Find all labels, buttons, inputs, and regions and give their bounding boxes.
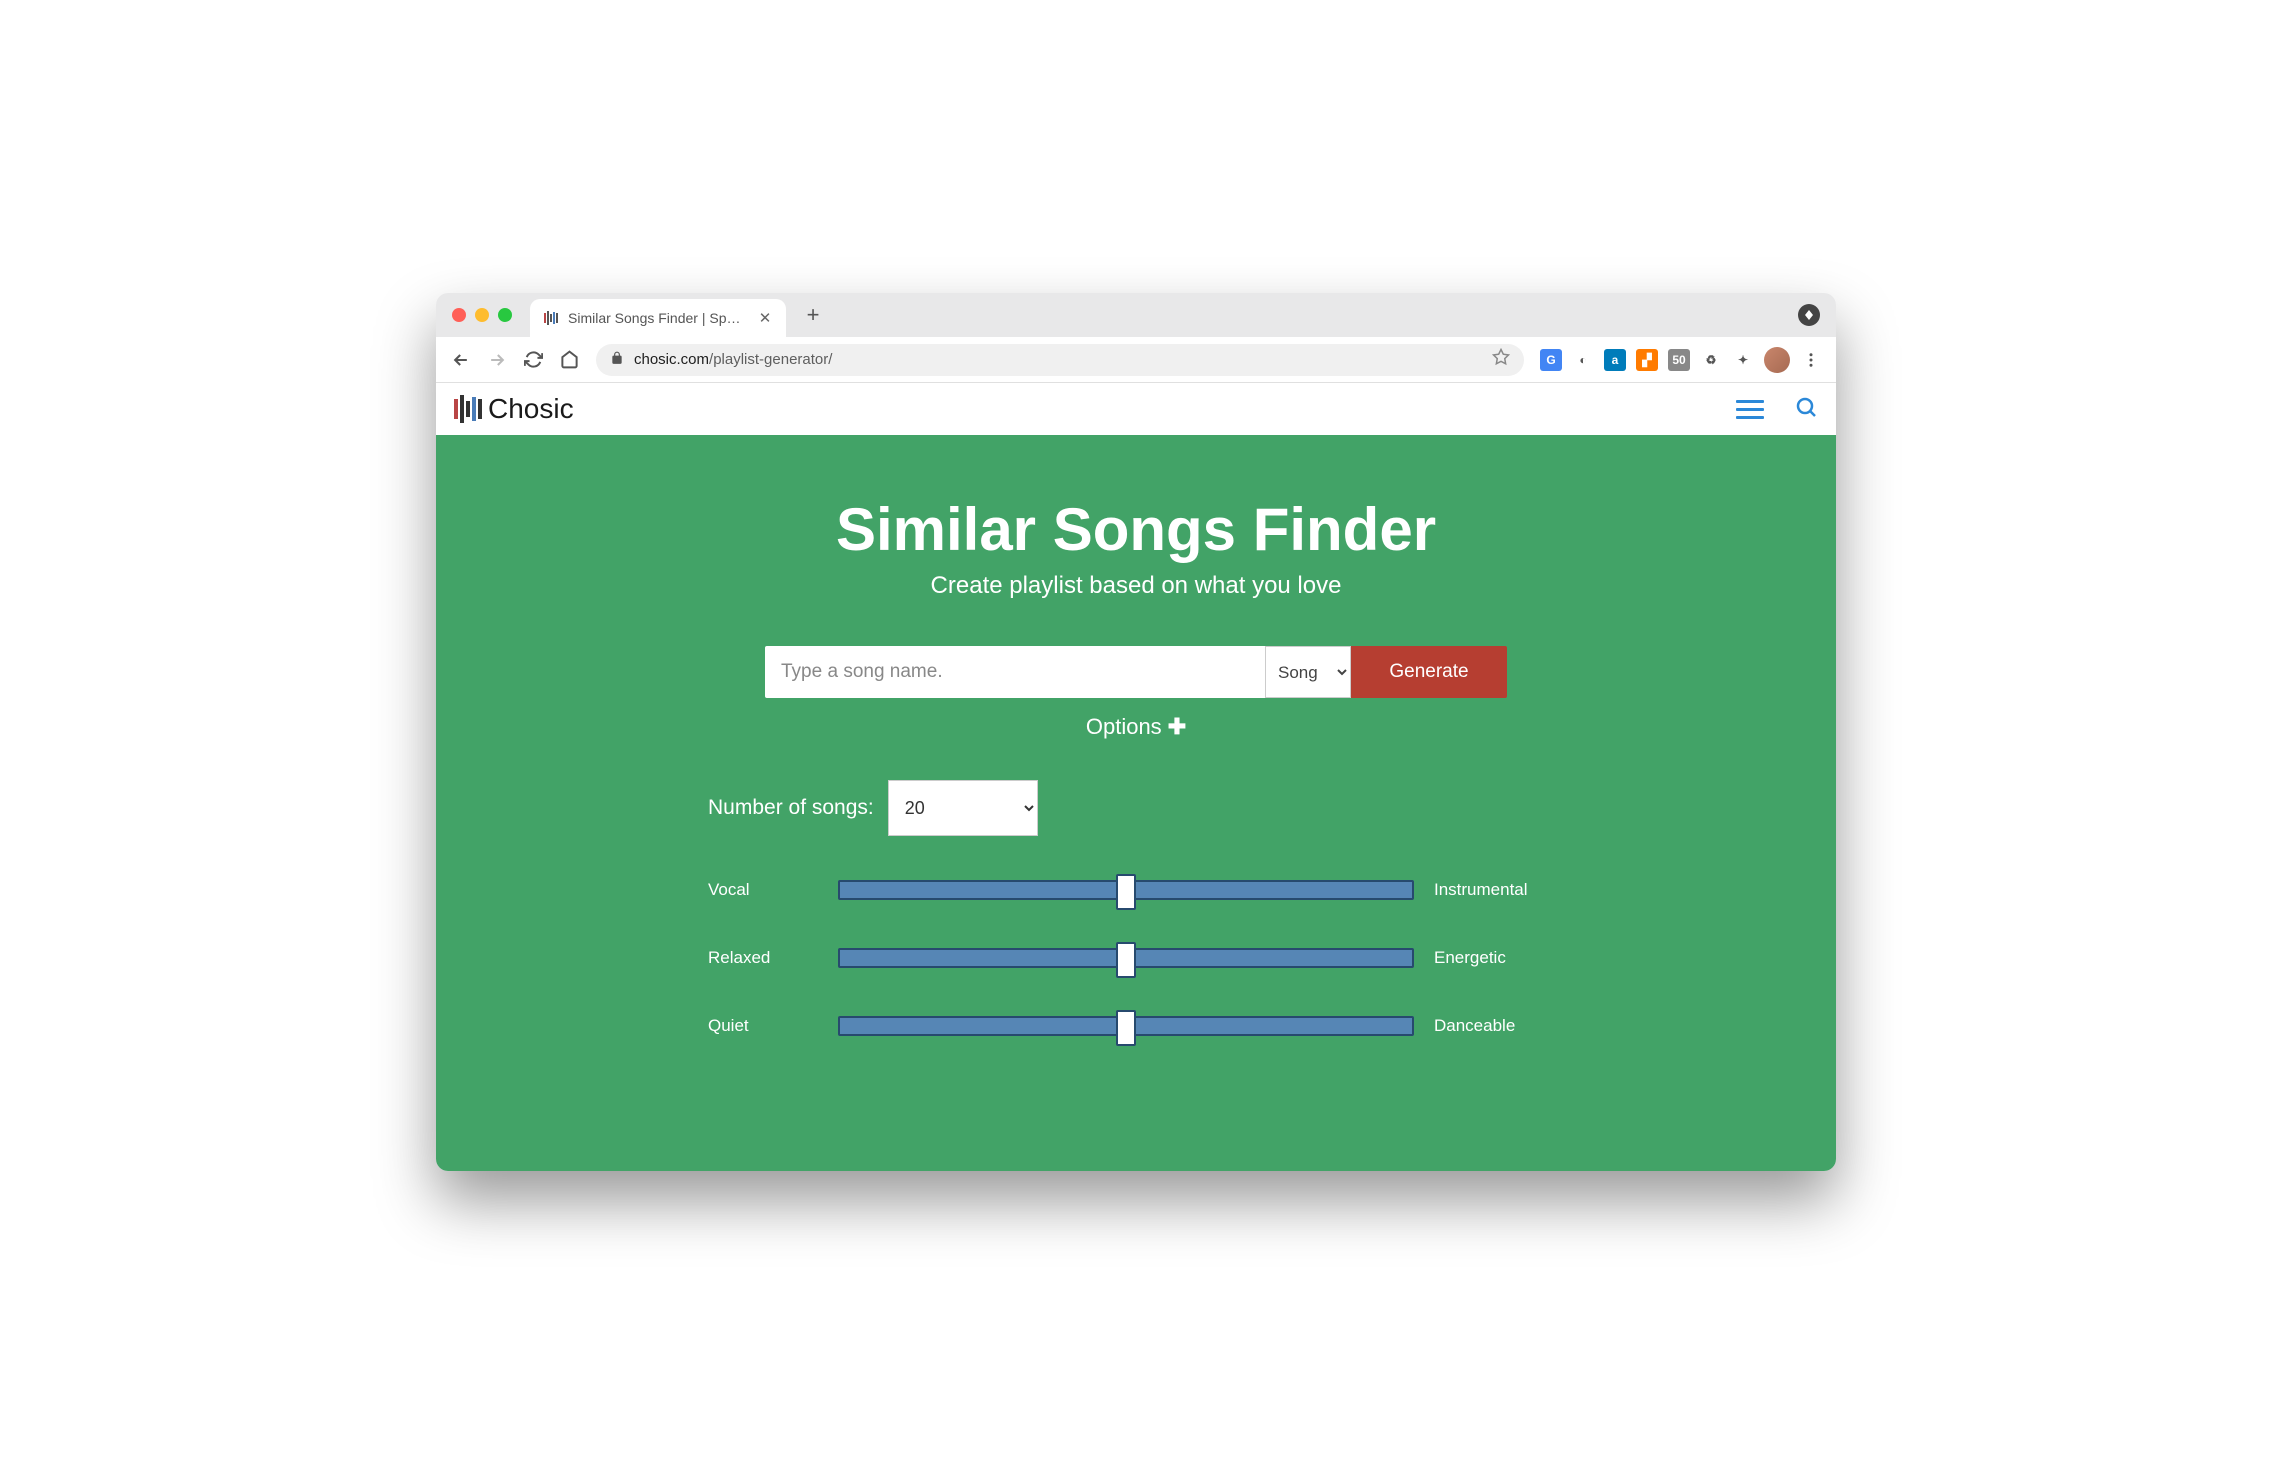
slider-right-label: Energetic — [1434, 948, 1564, 968]
hamburger-menu-icon[interactable] — [1736, 395, 1764, 424]
extension-icons: G ◐ a ▞ 50 ♻ ✦ — [1536, 349, 1758, 371]
slider-thumb[interactable] — [1116, 874, 1136, 910]
browser-tab[interactable]: Similar Songs Finder | Spotify P ✕ — [530, 299, 786, 337]
site-header: Chosic — [436, 383, 1836, 435]
browser-toolbar: chosic.com/playlist-generator/ G ◐ a ▞ 50 ♻ ✦ — [436, 337, 1836, 383]
site-logo[interactable]: Chosic — [454, 393, 574, 425]
tab-close-button[interactable]: ✕ — [756, 309, 774, 327]
slider-track[interactable] — [838, 948, 1414, 968]
slider-row-1: Relaxed Energetic — [708, 948, 1564, 968]
logo-text: Chosic — [488, 393, 574, 425]
new-tab-button[interactable]: + — [798, 300, 828, 330]
slider-track[interactable] — [838, 880, 1414, 900]
profile-avatar[interactable] — [1764, 347, 1790, 373]
slider-right-label: Instrumental — [1434, 880, 1564, 900]
search-icon[interactable] — [1794, 395, 1818, 424]
traffic-lights — [452, 308, 512, 322]
extension-analytics-icon[interactable]: ▞ — [1636, 349, 1658, 371]
search-row: Song Generate — [436, 646, 1836, 698]
extension-ext-2-icon[interactable]: ◐ — [1572, 349, 1594, 371]
slider-left-label: Vocal — [708, 880, 818, 900]
num-songs-row: Number of songs: 20 — [708, 780, 1564, 836]
browser-window: Similar Songs Finder | Spotify P ✕ + — [436, 293, 1836, 1171]
slider-thumb[interactable] — [1116, 1010, 1136, 1046]
url-text: chosic.com/playlist-generator/ — [634, 351, 832, 368]
type-select[interactable]: Song — [1265, 646, 1351, 698]
tab-bar: Similar Songs Finder | Spotify P ✕ + — [436, 293, 1836, 337]
chrome-account-button[interactable] — [1798, 304, 1820, 326]
tab-title: Similar Songs Finder | Spotify P — [568, 310, 748, 326]
slider-row-2: Quiet Danceable — [708, 1016, 1564, 1036]
address-bar[interactable]: chosic.com/playlist-generator/ — [596, 344, 1524, 376]
num-songs-label: Number of songs: — [708, 796, 874, 820]
header-actions — [1736, 395, 1818, 424]
logo-icon — [454, 395, 482, 423]
slider-left-label: Quiet — [708, 1016, 818, 1036]
options-label: Options — [1086, 714, 1162, 740]
reload-button[interactable] — [518, 345, 548, 375]
extension-google-translate-icon[interactable]: G — [1540, 349, 1562, 371]
options-toggle[interactable]: Options ✚ — [1086, 714, 1186, 740]
extension-amazon-icon[interactable]: a — [1604, 349, 1626, 371]
forward-button[interactable] — [482, 345, 512, 375]
page-title: Similar Songs Finder — [436, 495, 1836, 564]
song-input[interactable] — [765, 646, 1265, 698]
page-subtitle: Create playlist based on what you love — [436, 572, 1836, 600]
slider-track[interactable] — [838, 1016, 1414, 1036]
back-button[interactable] — [446, 345, 476, 375]
favicon-icon — [542, 309, 560, 327]
generate-button[interactable]: Generate — [1351, 646, 1507, 698]
browser-chrome: Similar Songs Finder | Spotify P ✕ + — [436, 293, 1836, 383]
slider-row-0: Vocal Instrumental — [708, 880, 1564, 900]
browser-menu-button[interactable] — [1796, 351, 1826, 369]
extension-ext-5-icon[interactable]: 50 — [1668, 349, 1690, 371]
lock-icon — [610, 351, 624, 368]
window-close-button[interactable] — [452, 308, 466, 322]
plus-icon: ✚ — [1168, 714, 1186, 740]
options-panel: Number of songs: 20 Vocal Instrumental Rel… — [696, 780, 1576, 1036]
num-songs-select[interactable]: 20 — [888, 780, 1038, 836]
bookmark-star-icon[interactable] — [1492, 348, 1510, 371]
window-minimize-button[interactable] — [475, 308, 489, 322]
window-maximize-button[interactable] — [498, 308, 512, 322]
extension-recycle-icon[interactable]: ♻ — [1700, 349, 1722, 371]
slider-thumb[interactable] — [1116, 942, 1136, 978]
page-viewport[interactable]: Chosic Similar Songs Finder Create playl… — [436, 383, 1836, 1171]
slider-left-label: Relaxed — [708, 948, 818, 968]
hero-section: Similar Songs Finder Create playlist bas… — [436, 435, 1836, 1171]
extension-extensions-icon[interactable]: ✦ — [1732, 349, 1754, 371]
slider-right-label: Danceable — [1434, 1016, 1564, 1036]
home-button[interactable] — [554, 345, 584, 375]
